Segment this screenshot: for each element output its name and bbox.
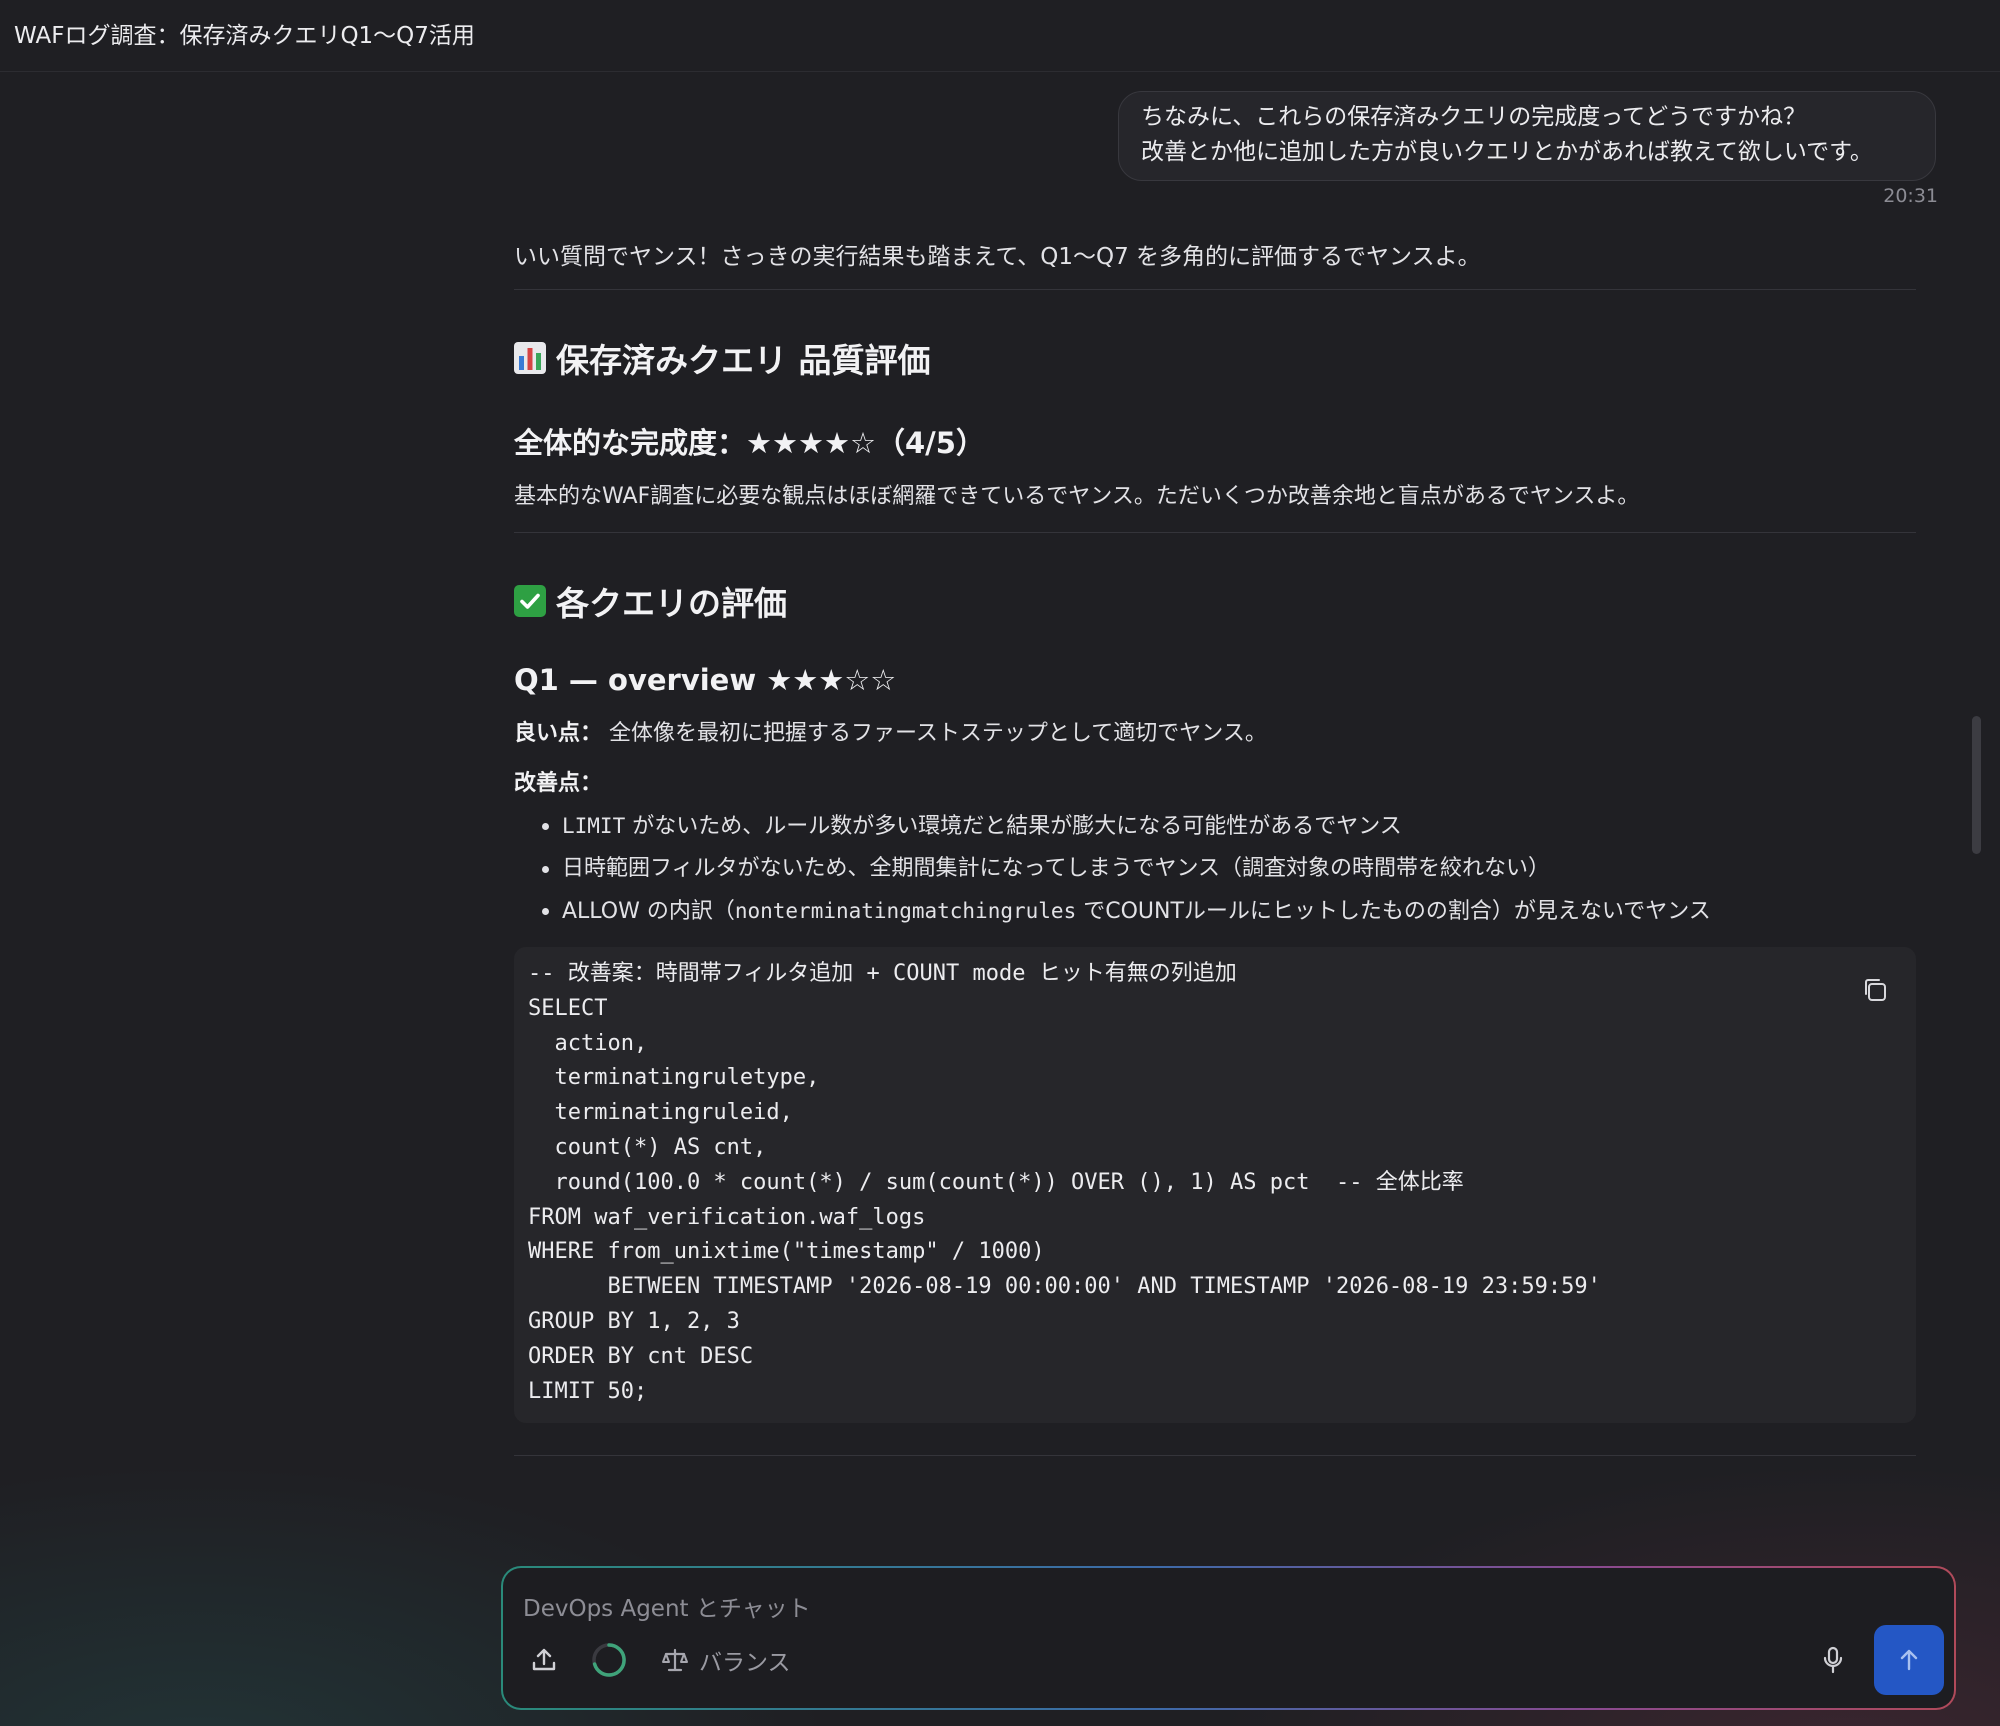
improvement-label: 改善点： xyxy=(514,771,603,796)
mode-selector[interactable]: バランス xyxy=(661,1640,791,1680)
message-timestamp: 20:31 xyxy=(1883,185,1938,207)
divider xyxy=(514,532,1916,533)
code-line: LIMIT 50; xyxy=(528,1378,648,1404)
good-points: 良い点： 全体像を最初に把握するファーストステップとして適切でヤンス。 xyxy=(514,715,1916,747)
q1-heading: Q1 — overview ★★★☆☆ xyxy=(514,663,897,697)
divider xyxy=(514,289,1916,290)
code-line: ORDER BY cnt DESC xyxy=(528,1343,754,1369)
section-title: 保存済みクエリ 品質評価 xyxy=(556,341,931,380)
balance-scale-icon xyxy=(662,1648,688,1672)
code-line: count(*) AS cnt, xyxy=(528,1134,767,1160)
assistant-intro: いい質問でヤンス！さっきの実行結果も踏まえて、Q1〜Q7 を多角的に評価するでヤ… xyxy=(514,244,1481,270)
scrollbar[interactable] xyxy=(1972,716,1981,854)
code-line: FROM waf_verification.waf_logs xyxy=(528,1204,926,1230)
list-item: 日時範囲フィルタがないため、全期間集計になってしまうでヤンス（調査対象の時間帯を… xyxy=(540,848,1916,890)
good-points-label: 良い点： xyxy=(514,721,603,746)
code-block: -- 改善案：時間帯フィルタ追加 + COUNT mode ヒット有無の列追加 S… xyxy=(514,947,1916,1424)
code-line: terminatingruletype, xyxy=(528,1065,820,1091)
list-item: LIMIT がないため、ルール数が多い環境だと結果が膨大になる可能性があるでヤン… xyxy=(540,805,1916,848)
copy-button[interactable] xyxy=(1860,975,1890,1005)
list-item: ALLOW の内訳（nonterminatingmatchingrules でC… xyxy=(540,890,1916,933)
code-content: -- 改善案：時間帯フィルタ追加 + COUNT mode ヒット有無の列追加 S… xyxy=(528,957,1902,1409)
code-line: -- 改善案：時間帯フィルタ追加 + COUNT mode ヒット有無の列追加 xyxy=(528,961,1237,986)
code-line: WHERE from_unixtime("timestamp" / 1000) xyxy=(528,1239,1045,1265)
assistant-message: いい質問でヤンス！さっきの実行結果も踏まえて、Q1〜Q7 を多角的に評価するでヤ… xyxy=(514,235,1916,1457)
code-line: BETWEEN TIMESTAMP '2026-08-19 00:00:00' … xyxy=(528,1274,1601,1300)
send-button[interactable] xyxy=(1874,1625,1944,1695)
overall-rating-heading: 全体的な完成度：★★★★☆（4/5） xyxy=(514,426,985,460)
microphone-icon xyxy=(1823,1646,1843,1674)
bar-chart-icon xyxy=(514,342,546,374)
chat-input[interactable] xyxy=(521,1590,1905,1628)
good-points-text: 全体像を最初に把握するファーストステップとして適切でヤンス。 xyxy=(609,721,1267,746)
upload-icon xyxy=(532,1648,556,1671)
app-window: WAFログ調査：保存済みクエリQ1〜Q7活用 ちなみに、これらの保存済みクエリの… xyxy=(0,0,2000,1726)
top-bar: WAFログ調査：保存済みクエリQ1〜Q7活用 xyxy=(0,0,2000,72)
mode-label: バランス xyxy=(699,1650,791,1676)
check-mark-icon xyxy=(514,585,546,617)
conversation-title: WAFログ調査：保存済みクエリQ1〜Q7活用 xyxy=(14,23,475,49)
code-line: terminatingruleid, xyxy=(528,1100,793,1126)
code-line: GROUP BY 1, 2, 3 xyxy=(528,1308,740,1334)
inline-code: nonterminatingmatchingrules xyxy=(734,899,1077,923)
divider xyxy=(514,1455,1916,1457)
arrow-up-icon xyxy=(1900,1649,1918,1671)
user-message-line: 改善とか他に追加した方が良いクエリとかがあれば教えて欲しいです。 xyxy=(1141,139,1873,165)
section-heading-evaluation: 各クエリの評価 xyxy=(514,577,1916,625)
upload-button[interactable] xyxy=(529,1640,559,1680)
chat-composer: バランス xyxy=(501,1566,1956,1710)
user-message-line: ちなみに、これらの保存済みクエリの完成度ってどうですかね？ xyxy=(1141,104,1807,130)
section-heading-quality: 保存済みクエリ 品質評価 xyxy=(514,334,1916,382)
microphone-button[interactable] xyxy=(1818,1640,1848,1680)
loading-spinner xyxy=(591,1640,627,1680)
section-title: 各クエリの評価 xyxy=(556,584,787,623)
code-line: SELECT xyxy=(528,995,608,1021)
composer-body: バランス xyxy=(503,1568,1954,1708)
copy-icon xyxy=(1865,979,1886,1001)
improvement-list: LIMIT がないため、ルール数が多い環境だと結果が膨大になる可能性があるでヤン… xyxy=(514,805,1916,933)
code-line: round(100.0 * count(*) / sum(count(*)) O… xyxy=(528,1169,1464,1195)
user-message-bubble: ちなみに、これらの保存済みクエリの完成度ってどうですかね？ 改善とか他に追加した… xyxy=(1118,91,1936,181)
spinner-icon xyxy=(592,1643,626,1677)
inline-code: LIMIT xyxy=(562,814,626,838)
code-line: action, xyxy=(528,1030,648,1056)
overall-summary: 基本的なWAF調査に必要な観点はほぼ網羅できているでヤンス。ただいくつか改善余地… xyxy=(514,484,1640,509)
